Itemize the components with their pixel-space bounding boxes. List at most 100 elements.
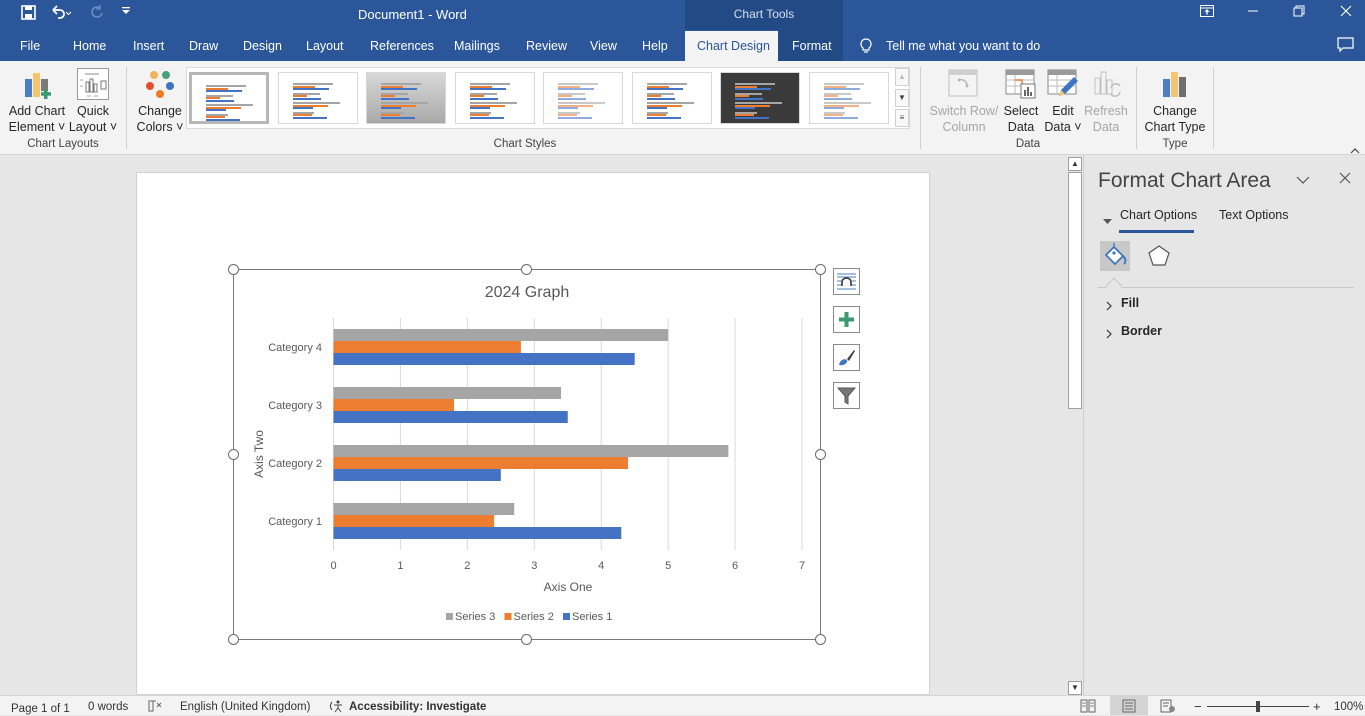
web-layout-icon[interactable]: [1160, 699, 1176, 716]
section-fill[interactable]: Fill: [1121, 296, 1139, 310]
comments-icon[interactable]: [1337, 37, 1354, 58]
thumbnail-bar: [381, 116, 416, 119]
effects-button[interactable]: [1146, 243, 1172, 274]
border-expand-icon[interactable]: [1106, 326, 1113, 344]
resize-handle-top-right[interactable]: [815, 264, 826, 275]
resize-handle-top[interactable]: [521, 264, 532, 275]
change-chart-type-button[interactable]: Change Chart Type: [1142, 65, 1208, 135]
chart-filters-button[interactable]: [833, 382, 860, 409]
legend-swatch: [563, 613, 570, 620]
select-data-button[interactable]: Select Data: [1000, 65, 1042, 135]
change-colors-label-1: Change: [138, 104, 182, 118]
resize-handle-bottom[interactable]: [521, 634, 532, 645]
gallery-more-button[interactable]: ≡: [895, 109, 909, 127]
pane-close-icon[interactable]: [1339, 171, 1351, 189]
legend-swatch: [504, 613, 512, 620]
layout-options-button[interactable]: [833, 268, 860, 295]
effects-pentagon-icon: [1148, 245, 1170, 266]
vertical-scrollbar[interactable]: ▲ ▼: [1067, 155, 1083, 695]
fill-line-button[interactable]: [1100, 241, 1130, 271]
zoom-level[interactable]: 100%: [1334, 701, 1363, 713]
add-chart-element-button[interactable]: Add Chart Element ˅: [6, 65, 68, 135]
undo-icon[interactable]: [50, 5, 72, 24]
change-chart-type-label-1: Change: [1153, 104, 1197, 118]
tab-references[interactable]: References: [370, 39, 434, 53]
restore-button[interactable]: [1284, 4, 1314, 24]
tab-mailings[interactable]: Mailings: [454, 39, 500, 53]
chart-filters-icon: [836, 387, 857, 405]
chart-options-dropdown-icon[interactable]: [1103, 212, 1112, 230]
chart-area[interactable]: 2024 Graph 0 1 2 3 4 5 6 7 Category 1 Category 2 Ca…: [233, 269, 821, 640]
zoom-out-button[interactable]: −: [1194, 699, 1202, 714]
bar-series-2: [333, 341, 521, 353]
chart-style-thumbnail[interactable]: [189, 72, 269, 124]
chart-style-thumbnail[interactable]: [454, 72, 535, 124]
print-layout-icon: [1122, 699, 1136, 713]
tab-view[interactable]: View: [590, 39, 617, 53]
change-chart-type-icon: [1163, 72, 1186, 97]
proofing-icon[interactable]: [148, 700, 162, 715]
resize-handle-left[interactable]: [228, 449, 239, 460]
x-axis-title: Axis One: [544, 580, 593, 594]
chart-style-thumbnail[interactable]: [366, 72, 446, 124]
tab-home[interactable]: Home: [73, 39, 106, 53]
zoom-in-button[interactable]: +: [1313, 699, 1321, 714]
ribbon-display-options-button[interactable]: [1192, 4, 1222, 24]
tab-file[interactable]: File: [20, 39, 40, 53]
legend-entry: Series 2: [514, 611, 554, 623]
scroll-up-button[interactable]: ▲: [1068, 157, 1082, 171]
pane-options-chevron-icon[interactable]: [1296, 172, 1310, 190]
close-button[interactable]: [1331, 4, 1361, 24]
quick-layout-button[interactable]: Quick Layout ˅: [68, 65, 118, 135]
chart-style-thumbnail[interactable]: [543, 72, 623, 124]
chart-style-thumbnail[interactable]: [277, 72, 358, 124]
section-border[interactable]: Border: [1121, 324, 1162, 338]
thumbnail-bar: [469, 107, 490, 109]
chart-style-thumbnail[interactable]: [720, 72, 800, 124]
chart-styles-button[interactable]: [833, 344, 860, 371]
print-layout-button[interactable]: [1110, 696, 1148, 715]
accessibility-status[interactable]: Accessibility: Investigate: [349, 701, 486, 713]
tab-chart-design[interactable]: Chart Design: [697, 39, 770, 53]
language-status[interactable]: English (United Kingdom): [180, 701, 310, 713]
zoom-slider-thumb[interactable]: [1256, 701, 1260, 712]
tab-review[interactable]: Review: [526, 39, 567, 53]
pane-divider-notch: [1105, 277, 1123, 295]
gallery-scroll-up-button[interactable]: ▲: [895, 68, 909, 86]
resize-handle-top-left[interactable]: [228, 264, 239, 275]
resize-handle-right[interactable]: [815, 449, 826, 460]
resize-handle-bottom-left[interactable]: [228, 634, 239, 645]
minimize-button[interactable]: [1238, 4, 1268, 24]
contextual-tab-group-label: Chart Tools: [733, 7, 795, 21]
chart-style-thumbnail[interactable]: [808, 72, 889, 124]
gallery-scroll-down-button[interactable]: ▼: [895, 89, 909, 107]
bar-series-1: [333, 353, 635, 365]
change-colors-button[interactable]: Change Colors ˅: [133, 65, 187, 135]
page-count[interactable]: Page 1 of 1: [11, 703, 70, 715]
tab-insert[interactable]: Insert: [133, 39, 164, 53]
add-chart-element-label-2: Element ˅: [8, 120, 66, 134]
chart-style-thumbnail[interactable]: [631, 72, 712, 124]
tab-format[interactable]: Format: [792, 39, 832, 53]
fill-expand-icon[interactable]: [1106, 298, 1113, 316]
tab-draw[interactable]: Draw: [189, 39, 218, 53]
tab-text-options[interactable]: Text Options: [1219, 208, 1288, 222]
tab-help[interactable]: Help: [642, 39, 668, 53]
tab-design[interactable]: Design: [243, 39, 282, 53]
read-mode-icon[interactable]: [1080, 699, 1096, 716]
scroll-down-button[interactable]: ▼: [1068, 681, 1082, 695]
category-label: Category 4: [268, 342, 322, 354]
active-tab-underline: [1119, 230, 1194, 233]
chart-elements-button[interactable]: [833, 306, 860, 333]
tab-chart-options[interactable]: Chart Options: [1120, 208, 1197, 222]
scroll-thumb[interactable]: [1068, 172, 1082, 409]
bar-series-3: [333, 445, 729, 457]
edit-data-button[interactable]: Edit Data ˅: [1042, 65, 1084, 135]
resize-handle-bottom-right[interactable]: [815, 634, 826, 645]
word-count[interactable]: 0 words: [88, 701, 128, 713]
accessibility-icon: [329, 699, 345, 716]
customize-qat-icon[interactable]: [122, 5, 130, 18]
tell-me-search[interactable]: Tell me what you want to do: [886, 39, 1040, 53]
tab-layout[interactable]: Layout: [306, 39, 344, 53]
save-icon[interactable]: [21, 5, 36, 24]
